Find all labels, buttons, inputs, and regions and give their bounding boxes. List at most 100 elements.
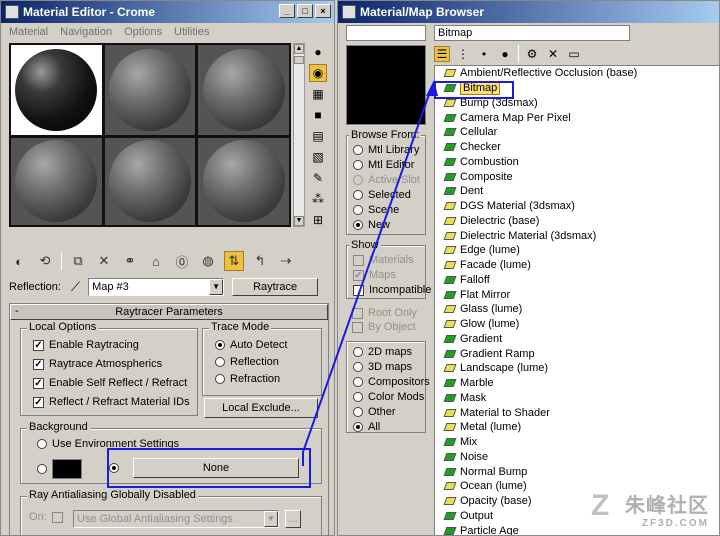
make-unique-icon[interactable]: ⚭ — [120, 251, 140, 271]
auto-detect-radio[interactable] — [215, 340, 225, 350]
map-list-item[interactable]: Mask — [435, 391, 719, 406]
update-scene-materials-icon[interactable]: ⚙ — [524, 46, 540, 62]
sample-slot-4[interactable] — [11, 137, 102, 225]
map-list[interactable]: Ambient/Reflective Occlusion (base) Bitma… — [434, 65, 719, 535]
map-list-item[interactable]: Flat Mirror — [435, 287, 719, 302]
material-ids-checkbox[interactable]: ✓ — [33, 396, 44, 408]
root-only-row[interactable]: Root Only — [352, 307, 417, 319]
map-list-item[interactable]: Camera Map Per Pixel — [435, 110, 719, 125]
color-mods-radio[interactable] — [353, 392, 363, 402]
browser-search-field[interactable]: Bitmap — [434, 25, 630, 41]
show-incompatible-checkbox[interactable] — [353, 284, 364, 296]
minimize-button[interactable]: _ — [279, 4, 295, 18]
map-list-item[interactable]: Material to Shader — [435, 405, 719, 420]
map-list-item[interactable]: Noise — [435, 450, 719, 465]
chevron-down-icon[interactable]: ▼ — [264, 511, 278, 527]
assign-to-selection-icon[interactable]: ⧉ — [68, 251, 88, 271]
compositors-radio[interactable] — [353, 377, 363, 387]
show-incompatible-row[interactable]: Incompatible — [353, 284, 431, 296]
mtl-library-radio[interactable] — [353, 145, 363, 155]
map-list-item[interactable]: Glass (lume) — [435, 302, 719, 317]
by-object-checkbox[interactable] — [352, 321, 363, 333]
background-checker-icon[interactable]: ▦ — [309, 85, 327, 103]
map-list-item[interactable]: Normal Bump — [435, 464, 719, 479]
scene-radio[interactable] — [353, 205, 363, 215]
material-ids-row[interactable]: ✓ Reflect / Refract Material IDs — [33, 396, 190, 408]
sample-type-sphere-icon[interactable]: ● — [309, 43, 327, 61]
show-end-result-icon[interactable]: ⇅ — [224, 251, 244, 271]
map-list-item[interactable]: Checker — [435, 140, 719, 155]
mtl-editor-row[interactable]: Mtl Editor — [353, 159, 414, 171]
map-list-item[interactable]: Dielectric (base) — [435, 214, 719, 229]
raytrace-atmospherics-row[interactable]: ✓ Raytrace Atmospherics — [33, 358, 162, 370]
active-slot-radio[interactable] — [353, 175, 363, 185]
map-list-item[interactable]: Mix — [435, 435, 719, 450]
pick-material-eyedropper-icon[interactable]: ⟋ — [71, 279, 80, 295]
new-radio[interactable] — [353, 220, 363, 230]
map-list-item[interactable]: Falloff — [435, 273, 719, 288]
sample-uv-tiling-icon[interactable]: ■ — [309, 106, 327, 124]
get-material-icon[interactable]: ◐ — [9, 251, 29, 271]
map-list-item[interactable]: Gradient Ramp — [435, 346, 719, 361]
sample-slot-6[interactable] — [198, 137, 289, 225]
map-list-item[interactable]: Edge (lume) — [435, 243, 719, 258]
selected-radio[interactable] — [353, 190, 363, 200]
view-large-icons-icon[interactable]: ● — [497, 46, 513, 62]
maximize-button[interactable]: □ — [297, 4, 313, 18]
show-materials-checkbox[interactable] — [353, 254, 364, 266]
map-list-item[interactable]: Dielectric Material (3dsmax) — [435, 228, 719, 243]
sample-slot-3[interactable] — [198, 45, 289, 135]
map-list-item[interactable]: Composite — [435, 169, 719, 184]
auto-detect-row[interactable]: Auto Detect — [215, 339, 287, 351]
refraction-mode-row[interactable]: Refraction — [215, 373, 280, 385]
scene-row[interactable]: Scene — [353, 204, 399, 216]
view-list-icons-icon[interactable]: ⋮ — [455, 46, 471, 62]
go-to-parent-icon[interactable]: ↰ — [250, 251, 270, 271]
background-color-row[interactable] — [37, 459, 82, 479]
map-list-item[interactable]: Glow (lume) — [435, 317, 719, 332]
mtl-editor-radio[interactable] — [353, 160, 363, 170]
raytrace-atmospherics-checkbox[interactable]: ✓ — [33, 358, 44, 370]
clear-library-icon[interactable]: ▭ — [566, 46, 582, 62]
2d-maps-row[interactable]: 2D maps — [353, 346, 412, 358]
backlight-icon[interactable]: ◉ — [309, 64, 327, 82]
by-object-row[interactable]: By Object — [352, 321, 416, 333]
root-only-checkbox[interactable] — [352, 307, 363, 319]
menu-options[interactable]: Options — [124, 26, 162, 38]
map-name-combo[interactable]: Map #3 ▼ — [88, 278, 225, 296]
other-radio[interactable] — [353, 407, 363, 417]
background-color-swatch[interactable] — [52, 459, 82, 479]
color-mods-row[interactable]: Color Mods — [353, 391, 424, 403]
all-radio[interactable] — [353, 422, 363, 432]
local-exclude-button[interactable]: Local Exclude... — [204, 398, 318, 418]
map-list-item[interactable]: Metal (lume) — [435, 420, 719, 435]
material-map-navigator-icon[interactable]: ⊞ — [309, 211, 327, 229]
refraction-mode-radio[interactable] — [215, 374, 225, 384]
enable-raytracing-row[interactable]: ✓ Enable Raytracing — [33, 339, 139, 351]
selected-row[interactable]: Selected — [353, 189, 411, 201]
menu-material[interactable]: Material — [9, 26, 48, 38]
self-reflect-row[interactable]: ✓ Enable Self Reflect / Refract — [33, 377, 187, 389]
use-environment-radio[interactable] — [37, 439, 47, 449]
compositors-row[interactable]: Compositors — [353, 376, 430, 388]
antialias-setting-combo[interactable]: Use Global Antialiasing Settings ▼ — [73, 510, 279, 528]
scroll-thumb[interactable] — [294, 56, 304, 64]
all-row[interactable]: All — [353, 421, 380, 433]
sample-slot-2[interactable] — [104, 45, 196, 135]
delete-from-library-icon[interactable]: ✕ — [545, 46, 561, 62]
map-list-item[interactable]: Cellular — [435, 125, 719, 140]
browser-name-field[interactable] — [346, 25, 426, 41]
menu-utilities[interactable]: Utilities — [174, 26, 209, 38]
material-editor-titlebar[interactable]: Material Editor - Crome _ □ × — [1, 1, 334, 23]
go-forward-to-sibling-icon[interactable]: ⇢ — [276, 251, 296, 271]
sample-slot-5[interactable] — [104, 137, 196, 225]
view-small-icons-icon[interactable]: • — [476, 46, 492, 62]
show-map-in-viewport-icon[interactable]: ◍ — [198, 251, 218, 271]
reset-map-icon[interactable]: ✕ — [94, 251, 114, 271]
antialias-on-row[interactable]: On: — [29, 511, 63, 523]
put-to-library-icon[interactable]: ⌂ — [146, 251, 166, 271]
background-color-radio[interactable] — [37, 464, 47, 474]
show-maps-checkbox[interactable]: ✓ — [353, 269, 364, 281]
close-button[interactable]: × — [315, 4, 331, 18]
map-list-item[interactable]: DGS Material (3dsmax) — [435, 199, 719, 214]
